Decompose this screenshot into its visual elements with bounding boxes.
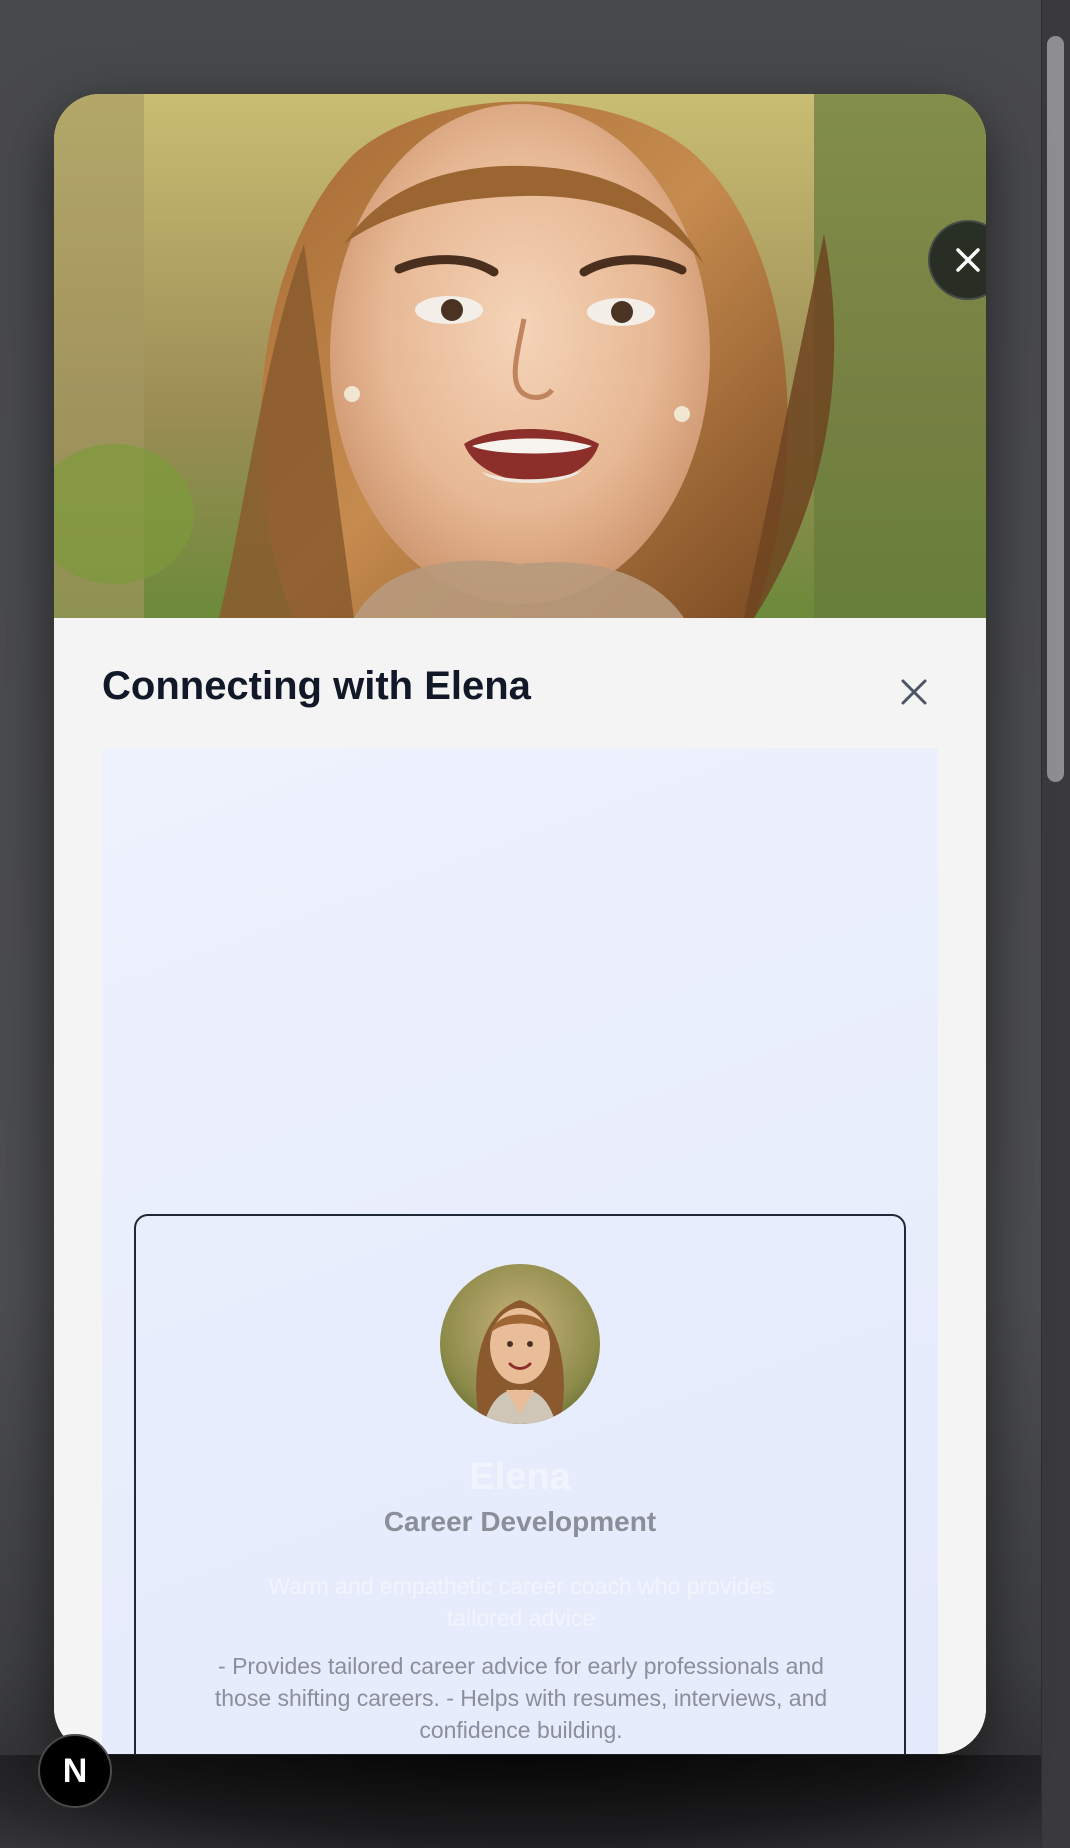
connection-panel: Connecting with Elena Elena Career Devel… [54,618,986,1754]
coach-video-image [54,94,986,618]
connection-content: Elena Career Development Warm and empath… [102,748,938,1754]
coach-tagline: Warm and empathetic career coach who pro… [268,1573,774,1631]
coach-card: Elena Career Development Warm and empath… [134,1214,906,1754]
avatar [440,1264,600,1424]
call-modal: Connecting with Elena Elena Career Devel… [54,94,986,1754]
nextjs-dev-indicator-button[interactable]: N [38,1734,112,1808]
close-icon [956,248,980,272]
coach-category: Career Development [383,1506,657,1537]
scrollbar-thumb[interactable] [1047,36,1064,782]
nextjs-logo-icon: N [62,1752,88,1790]
page-bottom-background [0,1755,1041,1848]
coach-avatar-image [440,1264,600,1424]
close-icon [901,679,927,705]
panel-title: Connecting with Elena [102,664,531,708]
video-feed [54,94,986,618]
coach-description: - Provides tailored career advice for ea… [214,1653,828,1743]
close-panel-button[interactable] [894,672,934,712]
coach-name: Elena [469,1456,571,1498]
